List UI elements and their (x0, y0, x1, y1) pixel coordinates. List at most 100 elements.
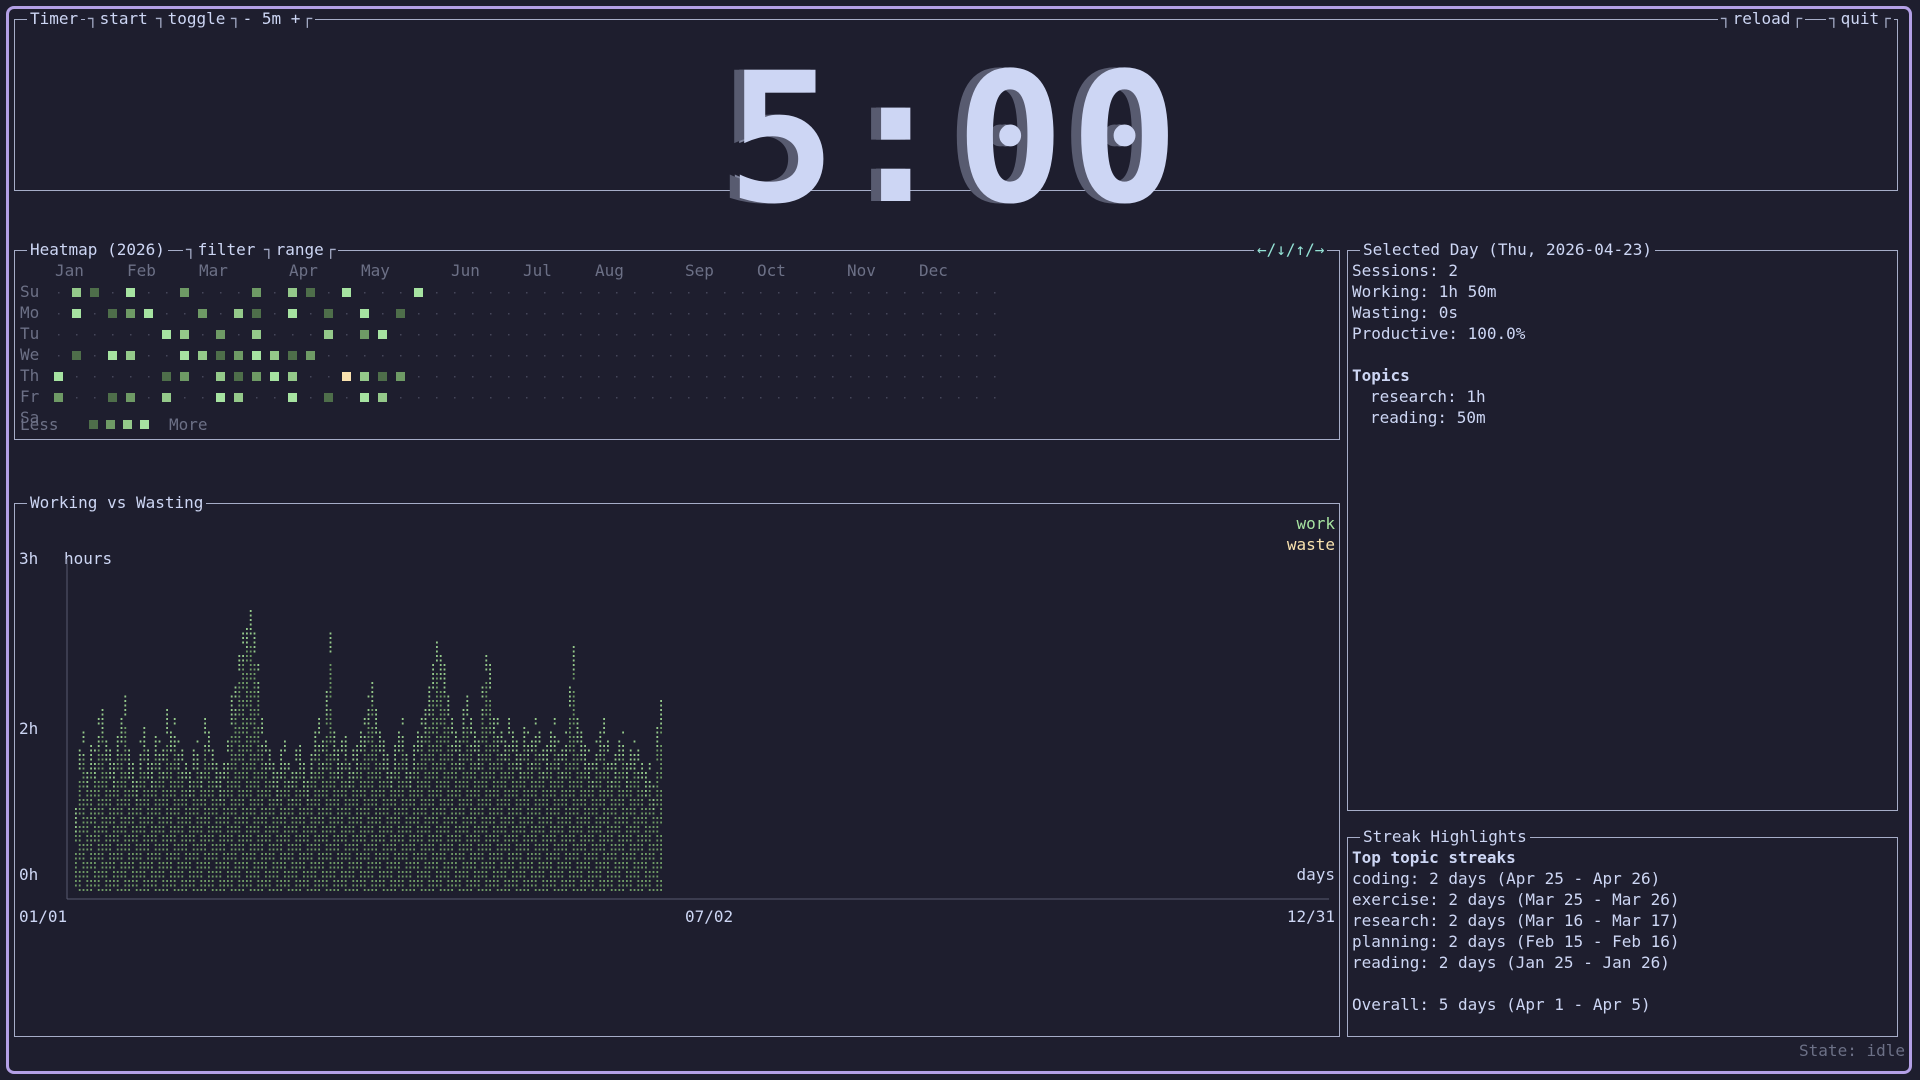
heatmap-cell[interactable] (360, 309, 369, 318)
heatmap-cell[interactable] (832, 292, 834, 294)
heatmap-cell[interactable] (850, 355, 852, 357)
reload-button[interactable]: reload (1718, 10, 1806, 28)
heatmap-cell[interactable] (634, 376, 636, 378)
heatmap-cell[interactable] (832, 334, 834, 336)
heatmap-cell[interactable] (958, 397, 960, 399)
heatmap-cell[interactable] (868, 313, 870, 315)
heatmap-cell[interactable] (454, 397, 456, 399)
heatmap-cell[interactable] (850, 292, 852, 294)
heatmap-cell[interactable] (220, 313, 222, 315)
heatmap-cell[interactable] (544, 334, 546, 336)
heatmap-cell[interactable] (940, 376, 942, 378)
heatmap-cell[interactable] (112, 376, 114, 378)
heatmap-cell[interactable] (904, 313, 906, 315)
heatmap-cell[interactable] (922, 292, 924, 294)
heatmap-cell[interactable] (940, 334, 942, 336)
heatmap-cell[interactable] (198, 351, 207, 360)
heatmap-cell[interactable] (288, 351, 297, 360)
heatmap-cell[interactable] (724, 355, 726, 357)
heatmap-cell[interactable] (454, 292, 456, 294)
heatmap-cell[interactable] (778, 397, 780, 399)
heatmap-cell[interactable] (418, 355, 420, 357)
heatmap-cell[interactable] (544, 355, 546, 357)
heatmap-cell[interactable] (72, 309, 81, 318)
heatmap-cell[interactable] (760, 313, 762, 315)
heatmap-cell[interactable] (310, 334, 312, 336)
heatmap-cell[interactable] (742, 313, 744, 315)
heatmap-cell[interactable] (742, 334, 744, 336)
heatmap-cell[interactable] (166, 355, 168, 357)
heatmap-cell[interactable] (472, 292, 474, 294)
heatmap-cell[interactable] (508, 355, 510, 357)
heatmap-cell[interactable] (688, 397, 690, 399)
heatmap-cell[interactable] (670, 334, 672, 336)
heatmap-cell[interactable] (760, 355, 762, 357)
heatmap-cell[interactable] (126, 288, 135, 297)
heatmap-cell[interactable] (778, 355, 780, 357)
heatmap-cell[interactable] (886, 313, 888, 315)
heatmap-cell[interactable] (634, 397, 636, 399)
heatmap-cell[interactable] (396, 309, 405, 318)
heatmap-cell[interactable] (688, 292, 690, 294)
heatmap-cell[interactable] (216, 330, 225, 339)
heatmap-cell[interactable] (342, 288, 351, 297)
heatmap-cell[interactable] (436, 292, 438, 294)
heatmap-cell[interactable] (886, 397, 888, 399)
heatmap-cell[interactable] (306, 288, 315, 297)
heatmap-cell[interactable] (616, 313, 618, 315)
heatmap-cell[interactable] (270, 372, 279, 381)
heatmap-cell[interactable] (508, 313, 510, 315)
heatmap-cell[interactable] (238, 292, 240, 294)
heatmap-cell[interactable] (904, 397, 906, 399)
heatmap-cell[interactable] (958, 334, 960, 336)
heatmap-cell[interactable] (180, 372, 189, 381)
heatmap-cell[interactable] (162, 372, 171, 381)
heatmap-cell[interactable] (76, 397, 78, 399)
heatmap-cell[interactable] (130, 334, 132, 336)
heatmap-cell[interactable] (144, 309, 153, 318)
heatmap-cell[interactable] (148, 334, 150, 336)
heatmap-cell[interactable] (598, 334, 600, 336)
heatmap-cell[interactable] (976, 334, 978, 336)
heatmap-cell[interactable] (94, 397, 96, 399)
heatmap-cell[interactable] (162, 393, 171, 402)
heatmap-cell[interactable] (252, 309, 261, 318)
heatmap-cell[interactable] (454, 355, 456, 357)
heatmap-cell[interactable] (148, 292, 150, 294)
duration-adjust-button[interactable]: - 5m + (228, 10, 316, 28)
heatmap-cell[interactable] (238, 334, 240, 336)
heatmap-cell[interactable] (886, 334, 888, 336)
heatmap-cell[interactable] (868, 397, 870, 399)
heatmap-cell[interactable] (108, 393, 117, 402)
heatmap-cell[interactable] (796, 313, 798, 315)
heatmap-cell[interactable] (346, 355, 348, 357)
heatmap-cell[interactable] (940, 397, 942, 399)
heatmap-cell[interactable] (180, 351, 189, 360)
heatmap-cell[interactable] (490, 397, 492, 399)
heatmap-cell[interactable] (360, 330, 369, 339)
heatmap-cell[interactable] (414, 288, 423, 297)
heatmap-cell[interactable] (724, 292, 726, 294)
heatmap-cell[interactable] (634, 355, 636, 357)
heatmap-cell[interactable] (378, 330, 387, 339)
heatmap-cell[interactable] (742, 292, 744, 294)
heatmap-cell[interactable] (94, 334, 96, 336)
heatmap-cell[interactable] (472, 376, 474, 378)
heatmap-cell[interactable] (54, 372, 63, 381)
heatmap-cell[interactable] (436, 313, 438, 315)
heatmap-cell[interactable] (616, 355, 618, 357)
heatmap-cell[interactable] (526, 292, 528, 294)
heatmap-cell[interactable] (760, 376, 762, 378)
heatmap-cell[interactable] (634, 292, 636, 294)
heatmap-cell[interactable] (274, 334, 276, 336)
heatmap-cell[interactable] (306, 351, 315, 360)
heatmap-cell[interactable] (778, 334, 780, 336)
heatmap-cell[interactable] (252, 330, 261, 339)
heatmap-cell[interactable] (252, 288, 261, 297)
heatmap-cell[interactable] (562, 334, 564, 336)
heatmap-cell[interactable] (526, 397, 528, 399)
heatmap-cell[interactable] (904, 355, 906, 357)
heatmap-cell[interactable] (742, 397, 744, 399)
heatmap-cell[interactable] (508, 397, 510, 399)
heatmap-cell[interactable] (976, 355, 978, 357)
